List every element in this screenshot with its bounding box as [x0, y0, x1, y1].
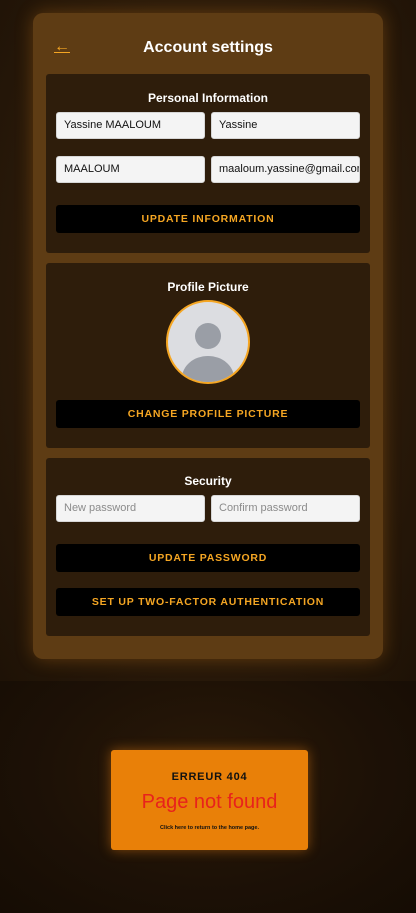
full-name-field[interactable]: Yassine MAALOUM [56, 112, 205, 139]
two-factor-authentication-button[interactable]: SET UP TWO-FACTOR AUTHENTICATION [56, 588, 360, 616]
personal-information-section: Personal Information Yassine MAALOUM Yas… [46, 74, 370, 253]
profile-picture-section: Profile Picture CHANGE PROFILE PICTURE [46, 263, 370, 448]
confirm-password-field[interactable]: Confirm password [211, 495, 360, 522]
profile-picture-title: Profile Picture [167, 280, 249, 294]
update-information-button[interactable]: UPDATE INFORMATION [56, 205, 360, 233]
email-field[interactable]: maaloum.yassine@gmail.com [211, 156, 360, 183]
new-password-field[interactable]: New password [56, 495, 205, 522]
security-title: Security [184, 474, 232, 488]
error-404-panel: ERREUR 404 Page not found Click here to … [111, 750, 308, 850]
first-name-field[interactable]: Yassine [211, 112, 360, 139]
error-message: Page not found [141, 791, 278, 813]
error-code: ERREUR 404 [171, 771, 248, 783]
return-home-link[interactable]: Click here to return to the home page. [111, 825, 308, 831]
avatar [166, 300, 250, 384]
personal-information-title: Personal Information [147, 91, 269, 105]
security-section: Security New password Confirm password U… [46, 458, 370, 636]
page-title: Account settings [143, 39, 273, 56]
last-name-field[interactable]: MAALOUM [56, 156, 205, 183]
default-user-avatar-icon [182, 323, 234, 382]
account-settings-card: ← Account settings Personal Information … [33, 13, 383, 659]
update-password-button[interactable]: UPDATE PASSWORD [56, 544, 360, 572]
change-profile-picture-button[interactable]: CHANGE PROFILE PICTURE [56, 400, 360, 428]
